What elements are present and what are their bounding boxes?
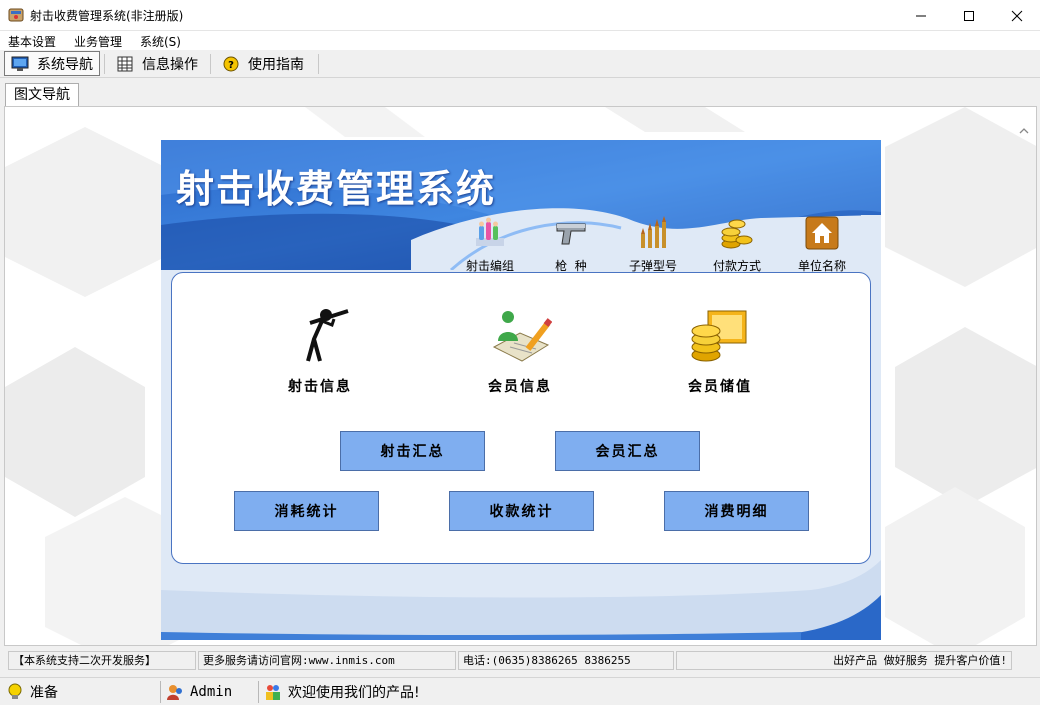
monitor-icon (11, 56, 29, 71)
member-deposit-label: 会员储值 (688, 379, 752, 395)
member-info-label: 会员信息 (488, 379, 552, 395)
home-icon (805, 216, 839, 250)
chevron-up-icon (1019, 127, 1029, 133)
maximize-icon (964, 10, 974, 21)
navigation-panel: 射击收费管理系统 射击编组 枪 种 子弹型号 付款方式 单位名称 射击信息 会员… (161, 140, 881, 640)
grid-icon (117, 56, 133, 71)
minimize-icon (916, 15, 926, 16)
scroll-up-arrow[interactable] (1016, 123, 1032, 137)
shortcut-unit-name[interactable]: 单位名称 (787, 216, 857, 274)
shortcut-gun-type[interactable]: 枪 种 (536, 216, 606, 274)
user-icon (167, 685, 182, 700)
consumption-stats-button[interactable]: 消耗统计 (234, 491, 379, 531)
shooter-icon (306, 309, 349, 362)
info-operation-button[interactable]: 信息操作 (110, 51, 204, 76)
minimize-button[interactable] (898, 0, 944, 31)
user-guide-label: 使用指南 (248, 56, 304, 73)
window-title: 射击收费管理系统(非注册版) (30, 9, 184, 23)
menu-business[interactable]: 业务管理 (74, 33, 122, 50)
status-separator (258, 681, 259, 703)
status-text: 准备 (30, 685, 58, 701)
menu-system[interactable]: 系统(S) (140, 33, 181, 50)
info-cell-phone: 电话:(0635)8386265 8386255 (458, 651, 674, 670)
close-icon (1011, 10, 1023, 21)
shooting-group-icon (476, 217, 504, 246)
member-summary-button[interactable]: 会员汇总 (555, 431, 700, 471)
shooting-info-item[interactable]: 射击信息 (250, 303, 390, 396)
status-separator (160, 681, 161, 703)
system-nav-label: 系统导航 (37, 56, 93, 73)
status-user: Admin (166, 681, 232, 703)
payment-stats-button[interactable]: 收款统计 (449, 491, 594, 531)
menu-bar: 基本设置 业务管理 系统(S) (0, 31, 1040, 50)
info-cell-slogan: 出好产品 做好服务 提升客户价值! (676, 651, 1012, 670)
bullets-icon (641, 216, 666, 248)
menu-basic-settings[interactable]: 基本设置 (8, 33, 56, 50)
tab-graphic-nav[interactable]: 图文导航 (5, 83, 79, 107)
app-icon (8, 8, 24, 22)
svg-text:?: ? (228, 60, 234, 71)
scroll-down-arrow[interactable] (1016, 641, 1032, 647)
member-info-item[interactable]: 会员信息 (450, 303, 590, 396)
member-deposit-item[interactable]: 会员储值 (650, 303, 790, 396)
help-icon: ? (223, 56, 239, 71)
shortcut-shooting-group[interactable]: 射击编组 (455, 216, 525, 274)
title-bar: 射击收费管理系统(非注册版) (0, 0, 1040, 31)
status-bar: 准备 Admin 欢迎使用我们的产品! (0, 677, 1040, 705)
info-cell-service: 【本系统支持二次开发服务】 (8, 651, 196, 670)
close-button[interactable] (994, 0, 1040, 31)
info-operation-label: 信息操作 (142, 56, 198, 73)
pistol-icon (556, 223, 586, 245)
system-nav-button[interactable]: 系统导航 (4, 51, 100, 76)
coins-icon (721, 219, 753, 249)
lightbulb-icon (8, 683, 22, 699)
info-bar: 【本系统支持二次开发服务】 更多服务请访问官网:www.inmis.com 电话… (0, 648, 1040, 672)
status-message: 欢迎使用我们的产品! (264, 681, 420, 703)
toolbar: 系统导航 信息操作 ? 使用指南 (0, 50, 1040, 78)
maximize-button[interactable] (946, 0, 992, 31)
info-cell-website: 更多服务请访问官网:www.inmis.com (198, 651, 456, 670)
chevron-down-icon (1019, 645, 1029, 647)
toolbar-separator (210, 54, 211, 74)
shortcut-payment-method[interactable]: 付款方式 (702, 216, 772, 274)
user-guide-button[interactable]: ? 使用指南 (216, 51, 310, 76)
status-ready: 准备 (6, 681, 58, 703)
member-edit-icon (492, 311, 553, 362)
deposit-icon (691, 310, 747, 362)
footer-wave (161, 560, 881, 640)
main-function-box: 射击信息 会员信息 会员储值 射击汇总 会员汇总 消耗统计 收款统计 消费明细 (171, 272, 871, 564)
content-area: 射击收费管理系统 射击编组 枪 种 子弹型号 付款方式 单位名称 射击信息 会员… (4, 106, 1037, 646)
user-name: Admin (190, 684, 233, 700)
toolbar-separator (104, 54, 105, 74)
panel-title: 射击收费管理系统 (176, 167, 497, 211)
people-icon (266, 685, 280, 700)
shooting-summary-button[interactable]: 射击汇总 (340, 431, 485, 471)
welcome-text: 欢迎使用我们的产品! (288, 685, 420, 701)
consumption-detail-button[interactable]: 消费明细 (664, 491, 809, 531)
tab-strip: 图文导航 (0, 78, 1040, 107)
shortcut-bullet-model[interactable]: 子弹型号 (618, 216, 688, 274)
shooting-info-label: 射击信息 (288, 379, 352, 395)
toolbar-separator (318, 54, 319, 74)
